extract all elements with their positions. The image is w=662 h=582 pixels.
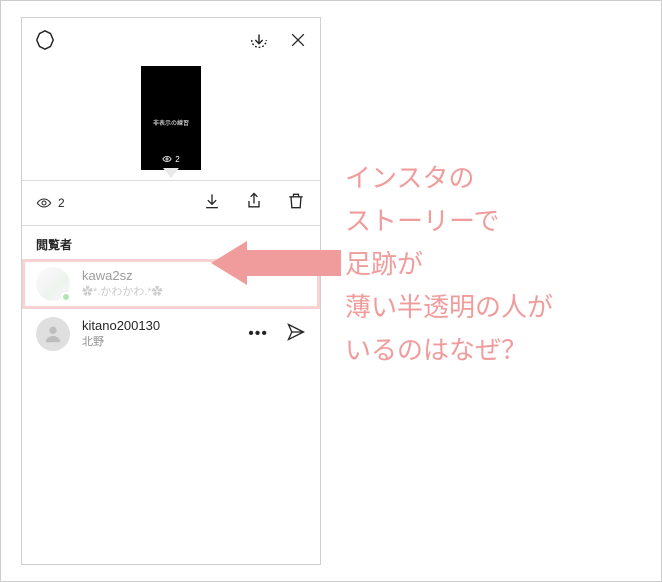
save-story-icon[interactable] bbox=[248, 29, 270, 56]
eye-icon bbox=[36, 195, 52, 211]
share-icon[interactable] bbox=[244, 191, 264, 216]
viewer-displayname: ✿*.かわかわ.*✿ bbox=[82, 285, 163, 299]
annotation-line: 薄い半透明の人が bbox=[345, 286, 645, 329]
viewers-section-title: 閲覧者 bbox=[22, 226, 320, 259]
selected-story-pointer bbox=[163, 168, 179, 178]
viewer-displayname: 北野 bbox=[82, 335, 160, 349]
story-preview-area: 非表示の練習 2 bbox=[22, 66, 320, 180]
story-thumbnail[interactable]: 非表示の練習 2 bbox=[141, 66, 201, 170]
trash-icon[interactable] bbox=[286, 191, 306, 216]
online-dot-icon bbox=[61, 292, 71, 302]
annotation-line: ストーリーで bbox=[345, 200, 645, 243]
annotation-line: いるのはなぜ？ bbox=[345, 329, 645, 372]
annotation-text: インスタの ストーリーで 足跡が 薄い半透明の人が いるのはなぜ？ bbox=[345, 157, 645, 371]
person-icon bbox=[42, 323, 64, 345]
view-count-number: 2 bbox=[58, 196, 65, 210]
avatar[interactable] bbox=[36, 267, 70, 301]
story-caption: 非表示の練習 bbox=[153, 118, 189, 127]
close-icon[interactable] bbox=[288, 30, 308, 55]
viewer-row[interactable]: kawa2sz ✿*.かわかわ.*✿ bbox=[22, 259, 320, 309]
story-topbar bbox=[22, 18, 320, 66]
annotation-line: インスタの bbox=[345, 157, 645, 200]
viewer-username: kitano200130 bbox=[82, 318, 160, 335]
more-icon[interactable]: ••• bbox=[248, 325, 268, 343]
view-count: 2 bbox=[36, 195, 65, 211]
download-icon[interactable] bbox=[202, 191, 222, 216]
story-preview-viewcount: 2 bbox=[162, 154, 179, 164]
avatar[interactable] bbox=[36, 317, 70, 351]
viewers-toolbar: 2 bbox=[22, 181, 320, 225]
phone-frame: 非表示の練習 2 2 bbox=[21, 17, 321, 565]
annotation-line: 足跡が bbox=[345, 243, 645, 286]
viewer-row[interactable]: kitano200130 北野 ••• bbox=[22, 309, 320, 359]
viewer-username: kawa2sz bbox=[82, 268, 163, 285]
send-message-icon[interactable] bbox=[286, 322, 306, 347]
settings-icon[interactable] bbox=[34, 29, 56, 56]
viewer-list: kawa2sz ✿*.かわかわ.*✿ kitano200130 北野 ••• bbox=[22, 259, 320, 564]
